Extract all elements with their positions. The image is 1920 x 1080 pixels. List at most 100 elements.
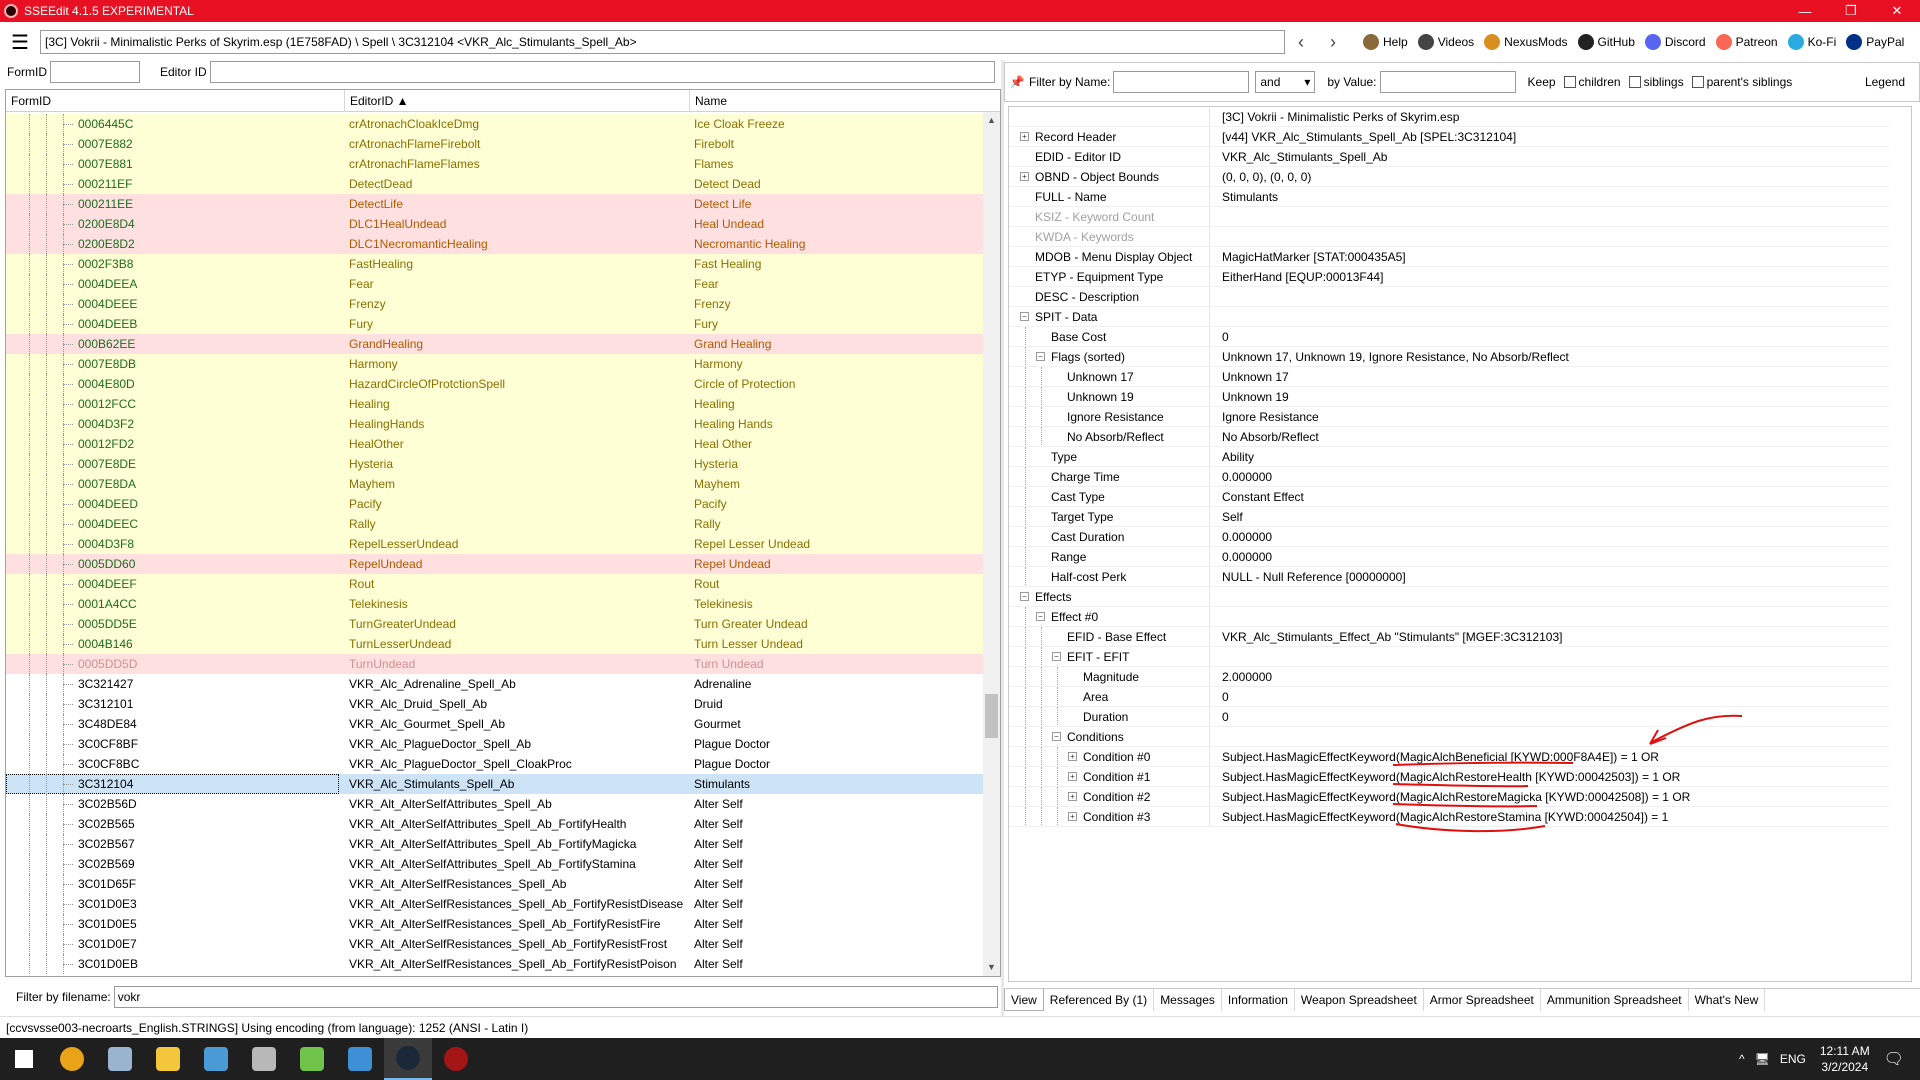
- record-field-row[interactable]: Type Ability: [1009, 447, 1889, 467]
- collapse-icon[interactable]: −: [1020, 312, 1029, 321]
- filter-value-input[interactable]: [1379, 71, 1516, 93]
- toolbar-link-github[interactable]: GitHub: [1577, 34, 1635, 50]
- toolbar-link-patreon[interactable]: Patreon: [1715, 34, 1778, 50]
- table-row[interactable]: 0007E881 crAtronachFlameFlames Flames: [6, 154, 984, 174]
- record-field-row[interactable]: + Condition #2 Subject.HasMagicEffectKeywo…: [1009, 787, 1889, 807]
- scroll-down-icon[interactable]: ▼: [983, 959, 1000, 976]
- clock[interactable]: 12:11 AM 3/2/2024: [1820, 1043, 1870, 1075]
- table-row[interactable]: 0004DEED Pacify Pacify: [6, 494, 984, 514]
- taskbar-button[interactable]: [240, 1038, 288, 1080]
- table-row[interactable]: 0004DEEF Rout Rout: [6, 574, 984, 594]
- table-row[interactable]: 3C02B569 VKR_Alt_AlterSelfAttributes_Spel…: [6, 854, 984, 874]
- tray-chevron-icon[interactable]: ^: [1739, 1052, 1745, 1066]
- record-field-row[interactable]: Cast Duration 0.000000: [1009, 527, 1889, 547]
- formid-input[interactable]: [50, 61, 140, 83]
- table-row[interactable]: 0007E8DE Hysteria Hysteria: [6, 454, 984, 474]
- record-field-row[interactable]: EDID - Editor ID VKR_Alc_Stimulants_Spell…: [1009, 147, 1889, 167]
- filename-filter-input[interactable]: [113, 986, 998, 1008]
- record-path-field[interactable]: [3C] Vokrii - Minimalistic Perks of Skyr…: [40, 30, 1285, 54]
- toolbar-link-discord[interactable]: Discord: [1644, 34, 1706, 50]
- toolbar-link-nexusmods[interactable]: NexusMods: [1484, 34, 1568, 50]
- table-row[interactable]: 3C48DE84 VKR_Alc_Gourmet_Spell_Ab Gourmet: [6, 714, 984, 734]
- record-field-row[interactable]: FULL - Name Stimulants: [1009, 187, 1889, 207]
- table-row[interactable]: 0005DD5D TurnUndead Turn Undead: [6, 654, 984, 674]
- record-field-row[interactable]: − EFIT - EFIT: [1009, 647, 1889, 667]
- tab-information[interactable]: Information: [1222, 989, 1295, 1011]
- close-button[interactable]: ✕: [1874, 0, 1920, 22]
- record-field-row[interactable]: − SPIT - Data: [1009, 307, 1889, 327]
- record-field-row[interactable]: Unknown 19 Unknown 19: [1009, 387, 1889, 407]
- filter-operator-select[interactable]: and: [1255, 71, 1316, 93]
- table-row[interactable]: 0007E8DA Mayhem Mayhem: [6, 474, 984, 494]
- table-row[interactable]: 0004B146 TurnLesserUndead Turn Lesser Unde…: [6, 634, 984, 654]
- table-row[interactable]: 0004DEEC Rally Rally: [6, 514, 984, 534]
- table-row[interactable]: 0002F3B8 FastHealing Fast Healing: [6, 254, 984, 274]
- siblings-checkbox[interactable]: [1628, 76, 1641, 88]
- table-row[interactable]: 0004D3F2 HealingHands Healing Hands: [6, 414, 984, 434]
- record-field-row[interactable]: + Condition #3 Subject.HasMagicEffectKeywo…: [1009, 807, 1889, 827]
- taskbar-button[interactable]: [96, 1038, 144, 1080]
- record-list-scrollbar[interactable]: ▲ ▼: [983, 112, 1000, 976]
- record-field-row[interactable]: Half-cost Perk NULL - Null Reference [000…: [1009, 567, 1889, 587]
- tab-referenced-by-1[interactable]: Referenced By (1): [1044, 989, 1155, 1011]
- table-row[interactable]: 0004DEEB Fury Fury: [6, 314, 984, 334]
- table-row[interactable]: 3C01D65F VKR_Alt_AlterSelfResistances_Spe…: [6, 874, 984, 894]
- record-field-row[interactable]: Ignore Resistance Ignore Resistance: [1009, 407, 1889, 427]
- editorid-input[interactable]: [209, 61, 995, 83]
- record-field-row[interactable]: + OBND - Object Bounds (0, 0, 0), (0, 0, 0…: [1009, 167, 1889, 187]
- record-field-row[interactable]: Magnitude 2.000000: [1009, 667, 1889, 687]
- maximize-button[interactable]: ❐: [1828, 0, 1874, 22]
- tab-weapon-spreadsheet[interactable]: Weapon Spreadsheet: [1295, 989, 1424, 1011]
- table-row[interactable]: 0200E8D2 DLC1NecromanticHealing Necromanti…: [6, 234, 984, 254]
- column-header-name[interactable]: Name: [690, 90, 1000, 112]
- toolbar-link-ko-fi[interactable]: Ko-Fi: [1787, 34, 1836, 50]
- tab-view[interactable]: View: [1004, 989, 1044, 1011]
- record-field-row[interactable]: − Effect #0: [1009, 607, 1889, 627]
- record-field-row[interactable]: + Condition #1 Subject.HasMagicEffectKeywo…: [1009, 767, 1889, 787]
- taskbar-button[interactable]: [0, 1038, 48, 1080]
- children-checkbox[interactable]: [1563, 76, 1576, 88]
- back-button[interactable]: ‹: [1285, 32, 1317, 53]
- record-field-row[interactable]: Duration 0: [1009, 707, 1889, 727]
- record-field-row[interactable]: Cast Type Constant Effect: [1009, 487, 1889, 507]
- collapse-icon[interactable]: −: [1036, 612, 1045, 621]
- table-row[interactable]: 3C01D0E5 VKR_Alt_AlterSelfResistances_Spe…: [6, 914, 984, 934]
- table-row[interactable]: 0006445C crAtronachCloakIceDmg Ice Cloak F…: [6, 114, 984, 134]
- tab-messages[interactable]: Messages: [1154, 989, 1222, 1011]
- minimize-button[interactable]: —: [1782, 0, 1828, 22]
- table-row[interactable]: 0005DD60 RepelUndead Repel Undead: [6, 554, 984, 574]
- record-field-row[interactable]: + Record Header [v44] VKR_Alc_Stimulants_S…: [1009, 127, 1889, 147]
- record-field-row[interactable]: − Flags (sorted) Unknown 17, Unknown 19, I…: [1009, 347, 1889, 367]
- record-field-row[interactable]: ETYP - Equipment Type EitherHand [EQUP:00…: [1009, 267, 1889, 287]
- table-row[interactable]: 0007E882 crAtronachFlameFirebolt Firebolt: [6, 134, 984, 154]
- tab-ammunition-spreadsheet[interactable]: Ammunition Spreadsheet: [1541, 989, 1689, 1011]
- table-row[interactable]: 000211EE DetectLife Detect Life: [6, 194, 984, 214]
- tab-what-s-new[interactable]: What's New: [1689, 989, 1766, 1011]
- toolbar-link-videos[interactable]: Videos: [1417, 34, 1474, 50]
- language-indicator[interactable]: ENG: [1780, 1052, 1806, 1066]
- record-field-row[interactable]: Base Cost 0: [1009, 327, 1889, 347]
- table-row[interactable]: 000211EF DetectDead Detect Dead: [6, 174, 984, 194]
- table-row[interactable]: 0004DEEA Fear Fear: [6, 274, 984, 294]
- expand-icon[interactable]: +: [1068, 812, 1077, 821]
- table-row[interactable]: 3C01D0E7 VKR_Alt_AlterSelfResistances_Spe…: [6, 934, 984, 954]
- record-field-row[interactable]: Area 0: [1009, 687, 1889, 707]
- taskbar-button[interactable]: [432, 1038, 480, 1080]
- record-field-row[interactable]: DESC - Description: [1009, 287, 1889, 307]
- record-field-row[interactable]: EFID - Base Effect VKR_Alc_Stimulants_Eff…: [1009, 627, 1889, 647]
- pane-splitter[interactable]: [1001, 60, 1004, 1020]
- scroll-thumb[interactable]: [985, 694, 998, 738]
- table-row[interactable]: 3C02B56D VKR_Alt_AlterSelfAttributes_Spel…: [6, 794, 984, 814]
- expand-icon[interactable]: +: [1020, 132, 1029, 141]
- taskbar-button[interactable]: [384, 1038, 432, 1080]
- legend-button[interactable]: Legend: [1865, 75, 1905, 89]
- forward-button[interactable]: ›: [1317, 32, 1349, 53]
- table-row[interactable]: 3C0CF8BF VKR_Alc_PlagueDoctor_Spell_Ab Pla…: [6, 734, 984, 754]
- taskbar-button[interactable]: [48, 1038, 96, 1080]
- table-row[interactable]: 3C02B567 VKR_Alt_AlterSelfAttributes_Spel…: [6, 834, 984, 854]
- table-row[interactable]: 3C01D0EB VKR_Alt_AlterSelfResistances_Spe…: [6, 954, 984, 974]
- collapse-icon[interactable]: −: [1020, 592, 1029, 601]
- table-row[interactable]: 0005DD5E TurnGreaterUndead Turn Greater Un…: [6, 614, 984, 634]
- collapse-icon[interactable]: −: [1036, 352, 1045, 361]
- table-row[interactable]: 0004DEEE Frenzy Frenzy: [6, 294, 984, 314]
